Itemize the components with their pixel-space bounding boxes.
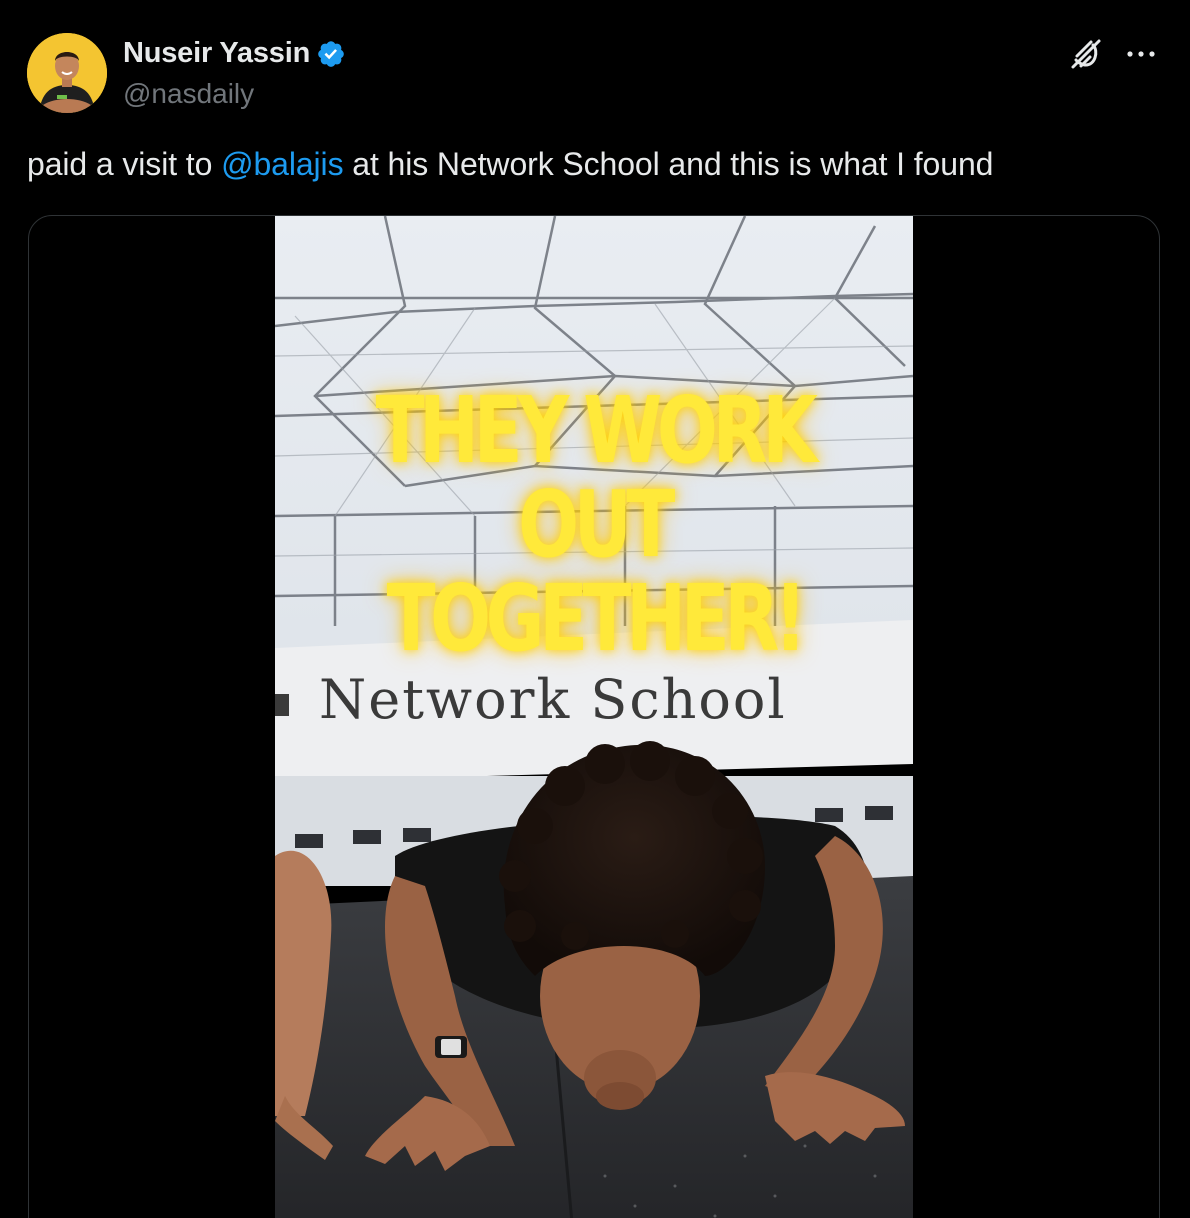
- tweet: Nuseir Yassin @nasdaily paid a visit to …: [0, 0, 1190, 1218]
- video-player[interactable]: Network School THEY WORK OUT TOGETHER!: [275, 216, 913, 1218]
- more-options-icon[interactable]: [1124, 42, 1158, 66]
- media-card[interactable]: Network School THEY WORK OUT TOGETHER!: [28, 215, 1160, 1218]
- mention-link[interactable]: @balajis: [221, 146, 344, 182]
- tweet-text-after: at his Network School and this is what I…: [343, 146, 994, 182]
- author-handle[interactable]: @nasdaily: [123, 78, 254, 110]
- verified-badge-icon[interactable]: [316, 39, 346, 69]
- avatar[interactable]: [27, 33, 107, 113]
- tweet-text-before: paid a visit to: [27, 146, 222, 182]
- grok-icon[interactable]: [1068, 36, 1104, 72]
- video-overlay-caption: THEY WORK OUT TOGETHER!: [375, 377, 818, 672]
- author-name-row[interactable]: Nuseir Yassin: [123, 37, 346, 70]
- banner-sign-text: Network School: [319, 668, 787, 731]
- tweet-text: paid a visit to @balajis at his Network …: [27, 146, 993, 183]
- author-display-name[interactable]: Nuseir Yassin: [123, 37, 310, 70]
